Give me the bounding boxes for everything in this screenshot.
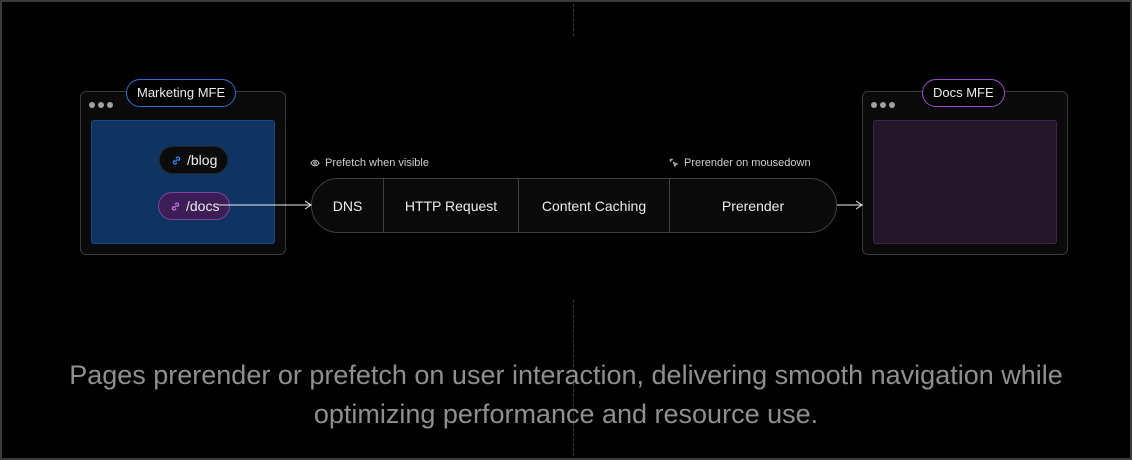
- diagram-caption: Pages prerender or prefetch on user inte…: [30, 356, 1102, 434]
- arrow-docs-to-pipeline: [219, 200, 312, 210]
- caption-line-1: Pages prerender or prefetch on user inte…: [69, 360, 1063, 390]
- arrow-pipeline-to-docs-mfe: [837, 200, 863, 210]
- caption-line-2: optimizing performance and resource use.: [313, 399, 819, 429]
